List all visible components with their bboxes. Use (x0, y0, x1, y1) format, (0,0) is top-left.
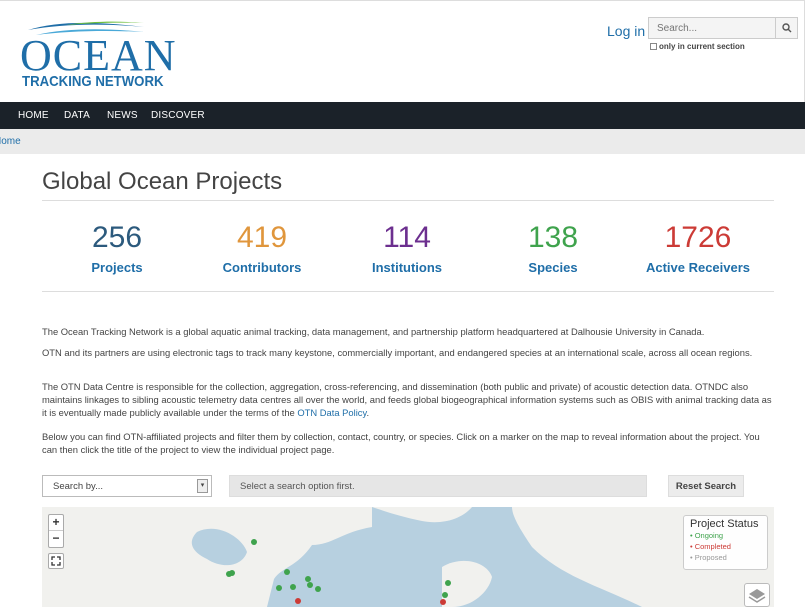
stat-projects[interactable]: 256 Projects (47, 220, 187, 275)
layers-button[interactable] (744, 583, 770, 607)
fullscreen-button[interactable] (48, 553, 64, 569)
search-button[interactable] (775, 18, 797, 38)
stat-value: 256 (91, 221, 143, 254)
map-zoom-control: + − (48, 514, 64, 548)
stat-label[interactable]: Projects (47, 260, 187, 275)
data-centre-text: The OTN Data Centre is responsible for t… (42, 381, 772, 418)
chevron-down-icon[interactable]: ▾ (197, 479, 208, 493)
zoom-out-button[interactable]: − (49, 531, 63, 547)
legend-item-completed: • Completed (690, 542, 731, 551)
breadcrumb-home-link[interactable]: Home (0, 136, 21, 147)
search-by-select[interactable]: Search by... ▾ (42, 475, 212, 497)
map-marker (251, 539, 257, 545)
legend-item-ongoing: • Ongoing (690, 531, 724, 540)
intro-paragraph: The Ocean Tracking Network is a global a… (42, 326, 705, 337)
stat-value: 114 (383, 221, 431, 254)
site-header: OCEAN TRACKING NETWORK Log in only in cu… (0, 0, 805, 102)
logo-ocean-text: OCEAN (20, 31, 177, 80)
map-marker (307, 582, 313, 588)
site-search (648, 17, 798, 39)
search-icon (781, 23, 791, 33)
breadcrumb: Home (0, 129, 805, 154)
only-current-section-option[interactable]: only in current section (650, 42, 745, 51)
nav-item-data[interactable]: DATA (64, 110, 90, 121)
map-markers-layer (226, 539, 451, 605)
search-option-field[interactable]: Select a search option first. (229, 475, 647, 497)
login-link[interactable]: Log in (607, 23, 645, 39)
nav-item-home[interactable]: HOME (18, 110, 49, 121)
reset-search-button[interactable]: Reset Search (668, 475, 744, 497)
project-status-legend: Project Status • Ongoing • Completed • P… (683, 515, 768, 570)
stat-institutions[interactable]: 114 Institutions (337, 220, 477, 275)
map-marker (305, 576, 311, 582)
map-marker (445, 580, 451, 586)
data-centre-paragraph: The OTN Data Centre is responsible for t… (42, 380, 774, 419)
only-current-section-label: only in current section (659, 42, 745, 51)
ocean-tracking-network-logo[interactable]: OCEAN TRACKING NETWORK (14, 15, 176, 95)
otn-paragraph: OTN and its partners are using electroni… (42, 347, 753, 358)
stat-species[interactable]: 138 Species (483, 220, 623, 275)
divider (42, 291, 774, 292)
stat-value: 419 (236, 221, 288, 254)
stat-label[interactable]: Species (483, 260, 623, 275)
page-title: Global Ocean Projects (42, 168, 283, 195)
fullscreen-icon (51, 556, 61, 566)
stat-value: 1726 (664, 221, 732, 254)
stat-label[interactable]: Contributors (192, 260, 332, 275)
only-current-section-checkbox[interactable] (650, 43, 657, 50)
logo-tracking-text: TRACKING NETWORK (22, 73, 164, 90)
stat-label[interactable]: Institutions (337, 260, 477, 275)
project-map[interactable]: + − Project Status • Ongoing • Completed… (42, 507, 774, 607)
stat-active-receivers[interactable]: 1726 Active Receivers (628, 220, 768, 275)
map-marker (442, 592, 448, 598)
instructions-paragraph: Below you can find OTN-affiliated projec… (42, 431, 760, 455)
map-marker (295, 598, 301, 604)
map-marker (284, 569, 290, 575)
nav-item-news[interactable]: NEWS (107, 110, 138, 121)
otn-data-policy-link[interactable]: OTN Data Policy (297, 407, 366, 418)
divider (42, 200, 774, 201)
stat-value: 138 (527, 221, 579, 254)
map-marker (440, 599, 446, 605)
map-marker (276, 585, 282, 591)
stat-label[interactable]: Active Receivers (628, 260, 768, 275)
data-centre-end: . (366, 407, 370, 418)
layers-icon (748, 589, 766, 603)
map-marker (290, 584, 296, 590)
legend-item-proposed: • Proposed (690, 553, 727, 562)
legend-title: Project Status (690, 518, 759, 530)
nav-item-discover[interactable]: DISCOVER (151, 110, 205, 121)
zoom-in-button[interactable]: + (49, 515, 63, 531)
search-by-label: Search by... (53, 481, 103, 492)
search-input[interactable] (649, 18, 773, 39)
map-marker (229, 570, 235, 576)
stat-contributors[interactable]: 419 Contributors (192, 220, 332, 275)
main-nav: HOME DATA NEWS DISCOVER (0, 102, 805, 129)
map-marker (315, 586, 321, 592)
